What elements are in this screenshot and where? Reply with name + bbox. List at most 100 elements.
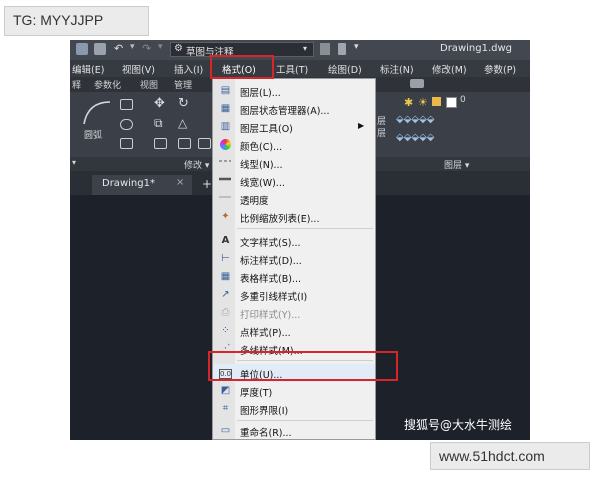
menu-item-multileader-style[interactable]: ↗ 多重引线样式(I) [213,286,375,304]
undo-icon[interactable]: ↶ [114,42,123,55]
menu-item-transparency[interactable]: 透明度 [213,190,375,208]
tag-label: TG: MYYJJPP [13,12,104,28]
watermark-text: 搜狐号@大水牛测绘 [404,418,513,432]
tab-extra-icon[interactable] [410,79,424,88]
menu-tools[interactable]: 工具(T) [276,62,308,76]
move-icon[interactable]: ✥ [154,96,165,111]
hatch-icon[interactable] [120,119,133,130]
layer-tool-icon[interactable]: ⬙⬙⬙⬙⬙ [396,114,434,125]
rectangle-icon[interactable] [120,99,133,110]
chevron-down-icon: ▾ [303,44,308,53]
menu-edit[interactable]: 编辑(E) [72,62,104,76]
menu-item-label: 重命名(R)... [240,428,292,439]
save-icon[interactable] [76,43,88,55]
tab-view[interactable]: 视图 [140,78,158,91]
rotate-icon[interactable]: ↻ [178,96,189,111]
menu-item-layer[interactable]: ▤ 图层(L)... [213,82,375,100]
menu-item-point-style[interactable]: ⁘ 点样式(P)... [213,322,375,340]
plot-style-icon: ⎙ [221,307,230,318]
drawing-limits-icon: ⌗ [222,403,229,414]
menu-item-label: 透明度 [240,196,269,207]
menu-modify[interactable]: 修改(M) [432,62,467,76]
array-icon[interactable] [198,138,211,149]
menu-view[interactable]: 视图(V) [122,62,155,76]
menu-item-label: 打印样式(Y)... [240,310,301,321]
menu-item-label: 图层状态管理器(A)... [240,106,330,117]
format-menu: ▤ 图层(L)... ▦ 图层状态管理器(A)... ▥ 图层工具(O) ▶ 颜… [212,78,376,440]
close-icon[interactable]: × [176,177,184,188]
menu-item-thickness[interactable]: ◩ 厚度(T) [213,382,375,400]
point-style-icon: ⁘ [221,325,230,336]
arc-icon[interactable] [80,98,114,128]
table-style-icon: ▦ [220,271,231,282]
menu-item-layer-tools[interactable]: ▥ 图层工具(O) ▶ [213,118,375,136]
copy-icon[interactable]: ⧉ [154,116,163,131]
quick-access-toolbar: ↶ ▾ ↷ ▾ ⚙ 草图与注释 ▾ ▾ Drawing1.dwg [70,40,530,60]
region-icon[interactable] [120,138,133,149]
menu-item-linetype[interactable]: 线型(N)... [213,154,375,172]
stretch-icon[interactable] [154,138,167,149]
layer-tools-icon: ▥ [220,121,231,132]
highlight-units-item [208,351,398,381]
color-wheel-icon [220,139,231,150]
tab-parametric[interactable]: 参数化 [94,78,121,91]
menu-parametric[interactable]: 参数(P) [484,62,516,76]
menu-item-label: 图层(L)... [240,88,281,99]
tab-annotate[interactable]: 释 [72,78,81,91]
menu-item-label: 点样式(P)... [240,328,291,339]
dim-style-icon: ⊢ [221,253,230,264]
menu-item-label: 厚度(T) [240,388,273,399]
submenu-arrow-icon: ▶ [358,121,365,130]
menu-dimension[interactable]: 标注(N) [380,62,414,76]
menu-item-label: 文字样式(S)... [240,238,301,249]
add-tab-button[interactable]: + [202,177,212,191]
menu-item-label: 比例缩放列表(E)... [240,214,320,225]
menu-item-label: 线型(N)... [240,160,283,171]
print-icon[interactable] [94,43,106,55]
menu-separator [237,228,373,229]
modify-panel-label[interactable]: 修改 ▾ [184,158,209,171]
site-url: www.51hdct.com [439,448,545,464]
menu-item-dim-style[interactable]: ⊢ 标注样式(D)... [213,250,375,268]
arc-label: 圆弧 [84,131,103,141]
menu-item-label: 标注样式(D)... [240,256,302,267]
site-url-box: www.51hdct.com [430,442,590,470]
phone-icon[interactable] [338,43,346,55]
doc-tab-label: Drawing1* [102,178,155,189]
menu-item-text-style[interactable]: A 文字样式(S)... [213,232,375,250]
tab-manage[interactable]: 管理 [174,78,192,91]
layer-states-icon: ▦ [220,103,231,114]
rename-icon: ▭ [220,425,231,436]
mirror-icon[interactable]: △ [178,116,187,130]
workspace-icon[interactable] [320,43,330,55]
chevron-down-icon[interactable]: ▾ [354,42,359,52]
redo-icon[interactable]: ↷ [142,42,151,55]
menu-item-color[interactable]: 颜色(C)... [213,136,375,154]
multileader-style-icon: ↗ [221,289,230,300]
chevron-down-icon[interactable]: ▾ [72,158,76,167]
doc-tab-drawing1[interactable]: Drawing1* × [92,175,192,195]
layer-side-label-2: 层 [377,129,387,139]
menu-item-drawing-limits[interactable]: ⌗ 图形界限(I) [213,400,375,418]
menu-item-rename[interactable]: ▭ 重命名(R)... [213,422,375,440]
menu-item-label: 表格样式(B)... [240,274,301,285]
chevron-down-icon[interactable]: ▾ [158,42,163,52]
menu-draw[interactable]: 绘图(D) [328,62,362,76]
menu-item-lineweight[interactable]: 线宽(W)... [213,172,375,190]
menu-item-scale-list[interactable]: ✦ 比例缩放列表(E)... [213,208,375,226]
menu-item-label: 颜色(C)... [240,142,283,153]
menu-item-label: 图层工具(O) [240,124,293,135]
scale-icon[interactable] [178,138,191,149]
menu-item-layer-states[interactable]: ▦ 图层状态管理器(A)... [213,100,375,118]
menu-item-table-style[interactable]: ▦ 表格样式(B)... [213,268,375,286]
sun-icon[interactable]: ☀ [418,96,428,109]
chevron-down-icon[interactable]: ▾ [130,42,135,52]
menu-item-label: 多重引线样式(I) [240,292,308,303]
lock-icon[interactable] [432,97,441,106]
color-swatch[interactable] [446,97,457,108]
lightbulb-icon[interactable]: ✱ [404,96,413,109]
layer-panel-label[interactable]: 图层 ▾ [444,158,469,171]
menu-insert[interactable]: 插入(I) [174,62,203,76]
layer-tool-icon[interactable]: ⬙⬙⬙⬙⬙ [396,132,434,143]
layers-icon: ▤ [220,85,231,96]
